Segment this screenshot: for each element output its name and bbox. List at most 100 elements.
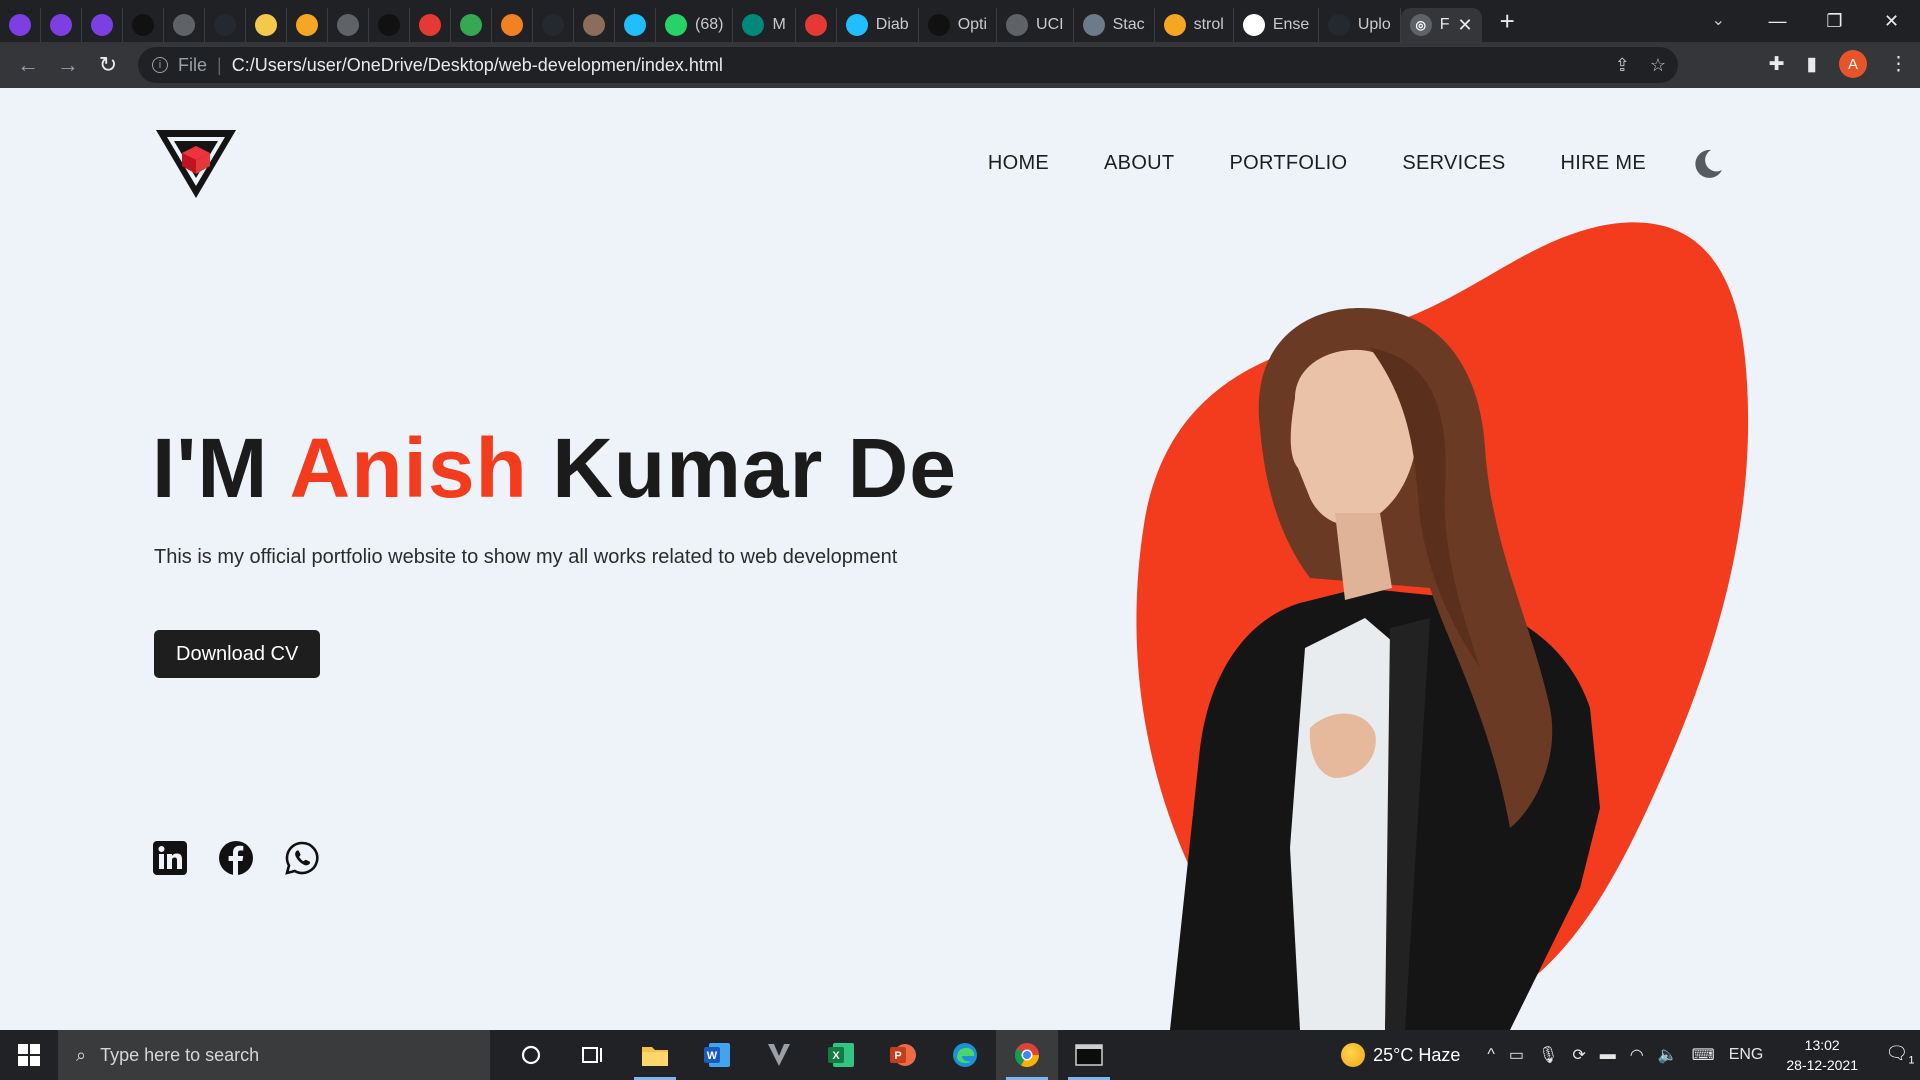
nav-about[interactable]: ABOUT	[1104, 152, 1174, 175]
browser-tab[interactable]	[615, 8, 656, 42]
file-explorer-icon[interactable]	[624, 1030, 686, 1080]
battery-icon[interactable]: ▬	[1600, 1046, 1616, 1064]
extensions-icon[interactable]: ✚	[1769, 53, 1785, 76]
notification-center-icon[interactable]: 🗨1	[1880, 1043, 1920, 1067]
facebook-icon[interactable]	[218, 840, 254, 876]
restore-icon[interactable]: ❐	[1806, 11, 1863, 32]
u-purple-icon	[9, 14, 31, 36]
new-tab-button[interactable]: +	[1500, 8, 1515, 34]
cc-icon	[583, 14, 605, 36]
bookmark-star-icon[interactable]: ☆	[1650, 55, 1666, 76]
browser-tab[interactable]	[328, 8, 369, 42]
windows-logo-icon	[18, 1044, 40, 1066]
browser-tab[interactable]: (68)	[656, 8, 734, 42]
terminal-icon[interactable]	[1058, 1030, 1120, 1080]
browser-tab-label: (68)	[695, 16, 724, 33]
browser-tab[interactable]	[123, 8, 164, 42]
browser-tab[interactable]	[41, 8, 82, 42]
browser-toolbar: ← → ↻ i File | C:/Users/user/OneDrive/De…	[0, 42, 1920, 88]
browser-tab[interactable]: Opti	[919, 8, 998, 42]
weather-widget[interactable]: 25°C Haze	[1341, 1043, 1460, 1067]
browser-tab[interactable]: M	[733, 8, 796, 42]
browser-tab[interactable]	[492, 8, 533, 42]
show-hidden-icons-icon[interactable]: ^	[1487, 1046, 1495, 1064]
wifi-icon[interactable]: ◠	[1630, 1045, 1644, 1065]
browser-tab[interactable]: UCI	[997, 8, 1074, 42]
nav-home[interactable]: HOME	[988, 152, 1049, 175]
whatsapp-icon[interactable]	[284, 840, 320, 876]
powerpoint-icon[interactable]: P	[872, 1030, 934, 1080]
browser-tab[interactable]	[287, 8, 328, 42]
browser-tab[interactable]	[0, 8, 41, 42]
microphone-icon[interactable]: 🎙	[1538, 1045, 1558, 1065]
clock[interactable]: 13:02 28-12-2021	[1786, 1035, 1858, 1075]
tab-search-icon[interactable]: ⌄	[1712, 10, 1725, 30]
site-info-icon[interactable]: i	[152, 57, 168, 73]
chart-icon	[1242, 14, 1265, 36]
browser-tab[interactable]	[796, 8, 837, 42]
browser-tab[interactable]: strol	[1155, 8, 1234, 42]
profile-avatar[interactable]: A	[1839, 50, 1867, 78]
windows-start-button[interactable]	[0, 1030, 58, 1080]
browser-tab[interactable]	[533, 8, 574, 42]
cortana-icon[interactable]	[500, 1030, 562, 1080]
nav-services[interactable]: SERVICES	[1402, 152, 1505, 175]
share-icon[interactable]: ⇪	[1615, 55, 1630, 76]
browser-tab[interactable]: Uplo	[1319, 8, 1401, 42]
haze-sun-icon	[1341, 1043, 1366, 1067]
volume-icon[interactable]: 🔈	[1658, 1045, 1678, 1065]
minimize-icon[interactable]: —	[1749, 11, 1806, 32]
taskbar-search[interactable]: ⌕ Type here to search	[58, 1030, 490, 1080]
bitcoin-icon	[255, 14, 277, 36]
browser-tab[interactable]: Stac	[1074, 8, 1155, 42]
browser-tab[interactable]	[164, 8, 205, 42]
nav-portfolio[interactable]: PORTFOLIO	[1229, 152, 1347, 175]
language-indicator[interactable]: ENG	[1729, 1046, 1764, 1064]
meet-now-icon[interactable]: ▭	[1509, 1045, 1524, 1065]
word-icon[interactable]: W	[686, 1030, 748, 1080]
tab-list: (68) M Diab Opti UCI Stac strol Ense Uplo	[0, 0, 1401, 42]
browser-tab[interactable]	[451, 8, 492, 42]
address-bar[interactable]: i File | C:/Users/user/OneDrive/Desktop/…	[138, 47, 1678, 83]
forward-icon[interactable]: →	[48, 52, 88, 78]
firebase-icon	[296, 14, 318, 36]
browser-tab[interactable]	[369, 8, 410, 42]
browser-tab[interactable]	[205, 8, 246, 42]
browser-tab[interactable]	[246, 8, 287, 42]
download-cv-button[interactable]: Download CV	[154, 630, 321, 678]
side-panel-icon[interactable]: ▮	[1807, 53, 1817, 76]
stack-overflow-icon	[501, 14, 523, 36]
hero-title: I'M Anish Kumar De	[152, 420, 957, 517]
active-tab[interactable]: ◎ F ✕	[1400, 8, 1482, 42]
close-tab-icon[interactable]: ✕	[1458, 15, 1473, 36]
edge-icon[interactable]	[934, 1030, 996, 1080]
task-view-icon[interactable]	[562, 1030, 624, 1080]
globe-icon	[1006, 14, 1029, 36]
svg-text:P: P	[894, 1050, 901, 1062]
reload-icon[interactable]: ↻	[88, 52, 128, 78]
u-purple-icon	[91, 14, 113, 36]
menu-kebab-icon[interactable]: ⋮	[1889, 53, 1908, 76]
browser-tab[interactable]: Ense	[1234, 8, 1319, 42]
nav-hire-me[interactable]: HIRE ME	[1561, 152, 1646, 175]
weather-text: 25°C Haze	[1373, 1044, 1461, 1065]
browser-tab[interactable]	[82, 8, 123, 42]
browser-tab[interactable]	[410, 8, 451, 42]
system-tray: 25°C Haze ^ ▭ 🎙 ⟳ ▬ ◠ 🔈 ⌨ ENG 13:02 28-1…	[1341, 1030, 1920, 1080]
excel-icon[interactable]: X	[810, 1030, 872, 1080]
update-icon[interactable]: ⟳	[1572, 1045, 1585, 1065]
close-window-icon[interactable]: ✕	[1863, 11, 1920, 32]
browser-tab[interactable]: Diab	[837, 8, 919, 42]
browser-tab[interactable]	[574, 8, 615, 42]
keyboard-icon[interactable]: ⌨	[1692, 1045, 1715, 1065]
site-logo[interactable]	[154, 126, 238, 200]
url-text[interactable]: C:/Users/user/OneDrive/Desktop/web-devel…	[232, 55, 723, 76]
predator-sense-icon[interactable]	[748, 1030, 810, 1080]
u-purple-icon	[50, 14, 72, 36]
linkedin-icon[interactable]	[152, 840, 188, 876]
graduation-cap-icon	[337, 14, 359, 36]
dark-mode-moon-icon[interactable]	[1691, 146, 1725, 180]
back-icon[interactable]: ←	[8, 52, 48, 78]
chrome-icon[interactable]	[996, 1030, 1058, 1080]
portrait-photo	[1170, 308, 1600, 1030]
